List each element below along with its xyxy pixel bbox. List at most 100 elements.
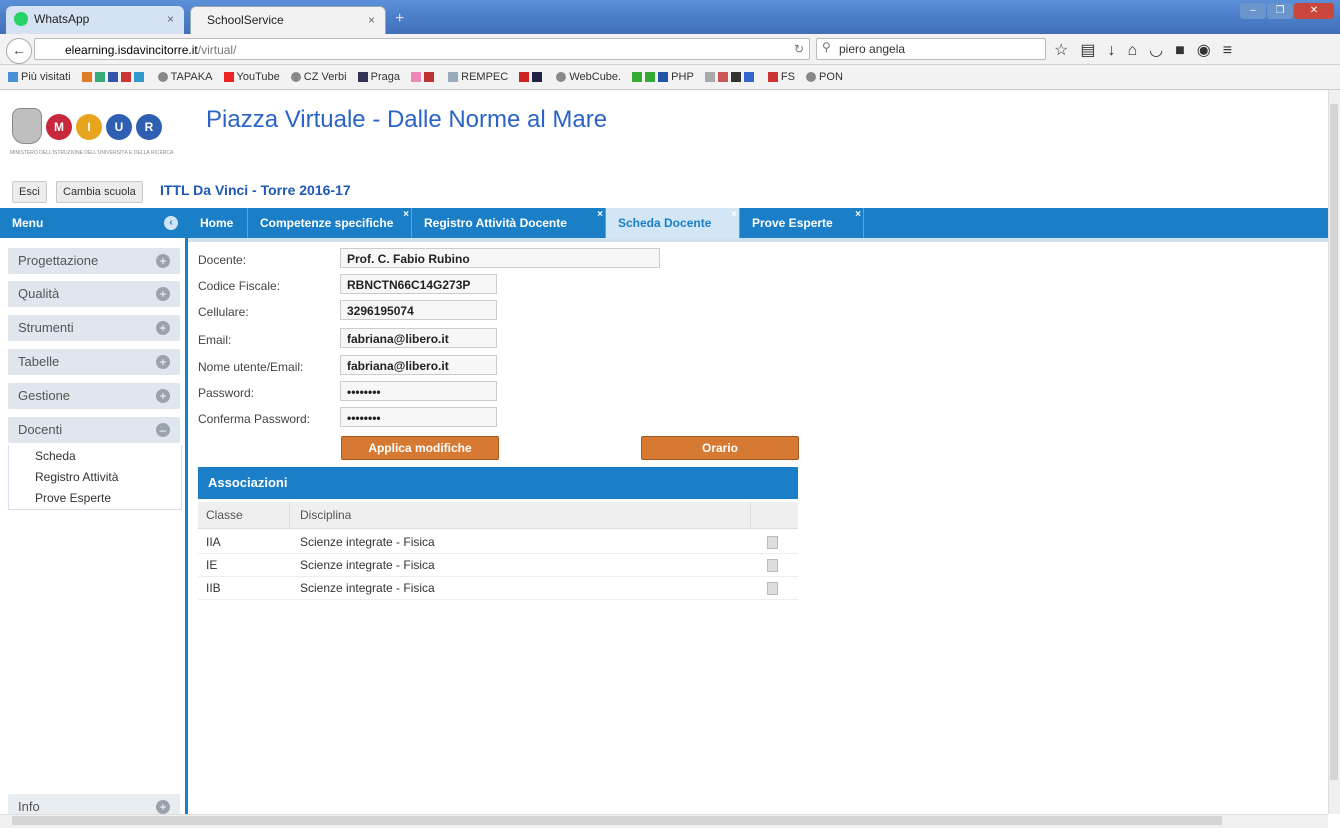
minimize-icon[interactable]: – [1240, 3, 1266, 19]
search-value: piero angela [839, 42, 906, 56]
home-icon[interactable]: ⌂ [1127, 42, 1149, 59]
miur-logo-m: M [46, 114, 72, 140]
back-button[interactable]: ← [6, 38, 32, 64]
url-bar[interactable]: elearning.isdavincitorre.it/virtual/ [34, 38, 810, 60]
tab-competenze-specifiche[interactable]: Competenze specifiche × [248, 208, 412, 238]
bookmark-item[interactable]: PHP [632, 65, 694, 89]
codice-fiscale-label: Codice Fiscale: [198, 279, 281, 293]
tab-registro-attivita-docente[interactable]: Registro Attività Docente × [412, 208, 606, 238]
pocket-icon[interactable]: ◡ [1149, 42, 1175, 59]
cell-classe: IIB [206, 581, 221, 595]
expand-icon[interactable]: + [156, 800, 170, 814]
close-icon[interactable]: × [368, 7, 375, 33]
docente-field[interactable]: Prof. C. Fabio Rubino [340, 248, 660, 268]
maximize-icon[interactable]: ❐ [1267, 3, 1293, 19]
menu-icon[interactable]: ≡ [1223, 42, 1244, 59]
bookmark-item[interactable]: WebCube. [556, 65, 621, 89]
table-row[interactable]: IE Scienze integrate - Fisica [198, 554, 798, 577]
expand-icon[interactable]: + [156, 321, 170, 335]
submenu-item-scheda[interactable]: Scheda [9, 445, 181, 467]
new-tab-icon[interactable]: + [395, 10, 404, 28]
cell-classe: IIA [206, 535, 221, 549]
star-icon[interactable]: ☆ [1054, 42, 1080, 59]
tab-home[interactable]: Home [188, 208, 248, 238]
close-tab-icon[interactable]: × [403, 200, 409, 230]
submenu-item-registro-attivita[interactable]: Registro Attività [9, 467, 181, 488]
bookmark-item[interactable] [411, 65, 437, 89]
horizontal-scroll-thumb[interactable] [12, 816, 1222, 825]
cambia-scuola-button[interactable]: Cambia scuola [56, 181, 143, 203]
orario-button[interactable]: Orario [641, 436, 799, 460]
vertical-scroll-thumb[interactable] [1330, 104, 1338, 780]
bookmarks-icon[interactable]: ▤ [1080, 42, 1107, 59]
collapse-icon[interactable]: – [156, 423, 170, 437]
table-row[interactable]: IIB Scienze integrate - Fisica [198, 577, 798, 600]
codice-fiscale-field[interactable]: RBNCTN66C14G273P [340, 274, 497, 294]
bookmark-item[interactable]: PON [806, 65, 843, 89]
tab-label: Home [200, 216, 234, 230]
document-icon[interactable] [767, 559, 778, 572]
username-field[interactable]: fabriana@libero.it [340, 355, 497, 375]
url-host: elearning.isdavincitorre.it [65, 43, 198, 57]
bookmark-item[interactable]: YouTube [223, 65, 280, 89]
close-tab-icon[interactable]: × [855, 200, 861, 230]
menu-item-label: Info [18, 799, 40, 814]
tab-label: WhatsApp [34, 12, 90, 26]
school-name: ITTL Da Vinci - Torre 2016-17 [160, 182, 351, 198]
bookmark-item[interactable] [81, 65, 147, 89]
expand-icon[interactable]: + [156, 254, 170, 268]
column-header-classe[interactable]: Classe [206, 508, 243, 522]
applica-modifiche-button[interactable]: Applica modifiche [341, 436, 499, 460]
menu-item-gestione[interactable]: Gestione + [8, 383, 180, 409]
close-window-icon[interactable]: ✕ [1294, 3, 1334, 19]
download-icon[interactable]: ↓ [1107, 42, 1127, 59]
reload-icon[interactable]: ↻ [788, 38, 810, 60]
collapse-menu-icon[interactable]: ‹ [164, 216, 178, 230]
close-tab-icon[interactable]: × [731, 200, 737, 230]
search-input[interactable]: piero angela [816, 38, 1046, 60]
bookmark-item[interactable]: FS [767, 65, 795, 89]
menu-item-label: Tabelle [18, 354, 60, 369]
bookmark-item[interactable]: Praga [357, 65, 400, 89]
addon-icon[interactable]: ◉ [1197, 42, 1223, 59]
bookmark-item[interactable] [519, 65, 545, 89]
close-icon[interactable]: × [167, 6, 174, 32]
tab-label: Scheda Docente [618, 216, 712, 230]
bookmark-item[interactable] [704, 65, 757, 89]
bookmark-item[interactable]: CZ Verbi [290, 65, 347, 89]
bookmark-item[interactable]: TAPAKA [157, 65, 212, 89]
bookmarks-bar: Più visitati TAPAKA YouTube CZ Verbi Pra… [0, 65, 1340, 90]
expand-icon[interactable]: + [156, 287, 170, 301]
confirm-password-field[interactable]: •••••••• [340, 407, 497, 427]
bookmark-item[interactable]: REMPEC [448, 65, 508, 89]
confirm-password-label: Conferma Password: [198, 412, 311, 426]
bookmark-item[interactable]: Più visitati [8, 65, 71, 89]
tab-label: Registro Attività Docente [424, 216, 567, 230]
username-label: Nome utente/Email: [198, 360, 304, 374]
column-header-disciplina[interactable]: Disciplina [300, 508, 351, 522]
tab-prove-esperte[interactable]: Prove Esperte × [740, 208, 864, 238]
menu-item-strumenti[interactable]: Strumenti + [8, 315, 180, 341]
cell-disciplina: Scienze integrate - Fisica [300, 581, 435, 595]
password-field[interactable]: •••••••• [340, 381, 497, 401]
tab-scheda-docente[interactable]: Scheda Docente × [606, 208, 740, 238]
table-row[interactable]: IIA Scienze integrate - Fisica [198, 531, 798, 554]
extension-icon[interactable]: ■ [1175, 42, 1197, 59]
menu-item-progettazione[interactable]: Progettazione + [8, 248, 180, 274]
email-field[interactable]: fabriana@libero.it [340, 328, 497, 348]
document-icon[interactable] [767, 536, 778, 549]
cellulare-field[interactable]: 3296195074 [340, 300, 497, 320]
menu-item-docenti[interactable]: Docenti – [8, 417, 180, 443]
menu-item-tabelle[interactable]: Tabelle + [8, 349, 180, 375]
expand-icon[interactable]: + [156, 389, 170, 403]
cell-classe: IE [206, 558, 218, 572]
menu-item-qualita[interactable]: Qualità + [8, 281, 180, 307]
browser-tab-whatsapp[interactable]: WhatsApp × [6, 6, 184, 34]
submenu-item-prove-esperte[interactable]: Prove Esperte [9, 488, 181, 509]
esci-button[interactable]: Esci [12, 181, 47, 203]
close-tab-icon[interactable]: × [597, 200, 603, 230]
document-icon[interactable] [767, 582, 778, 595]
docente-label: Docente: [198, 253, 247, 267]
browser-tab-schoolservice[interactable]: SchoolService × [190, 6, 386, 34]
expand-icon[interactable]: + [156, 355, 170, 369]
